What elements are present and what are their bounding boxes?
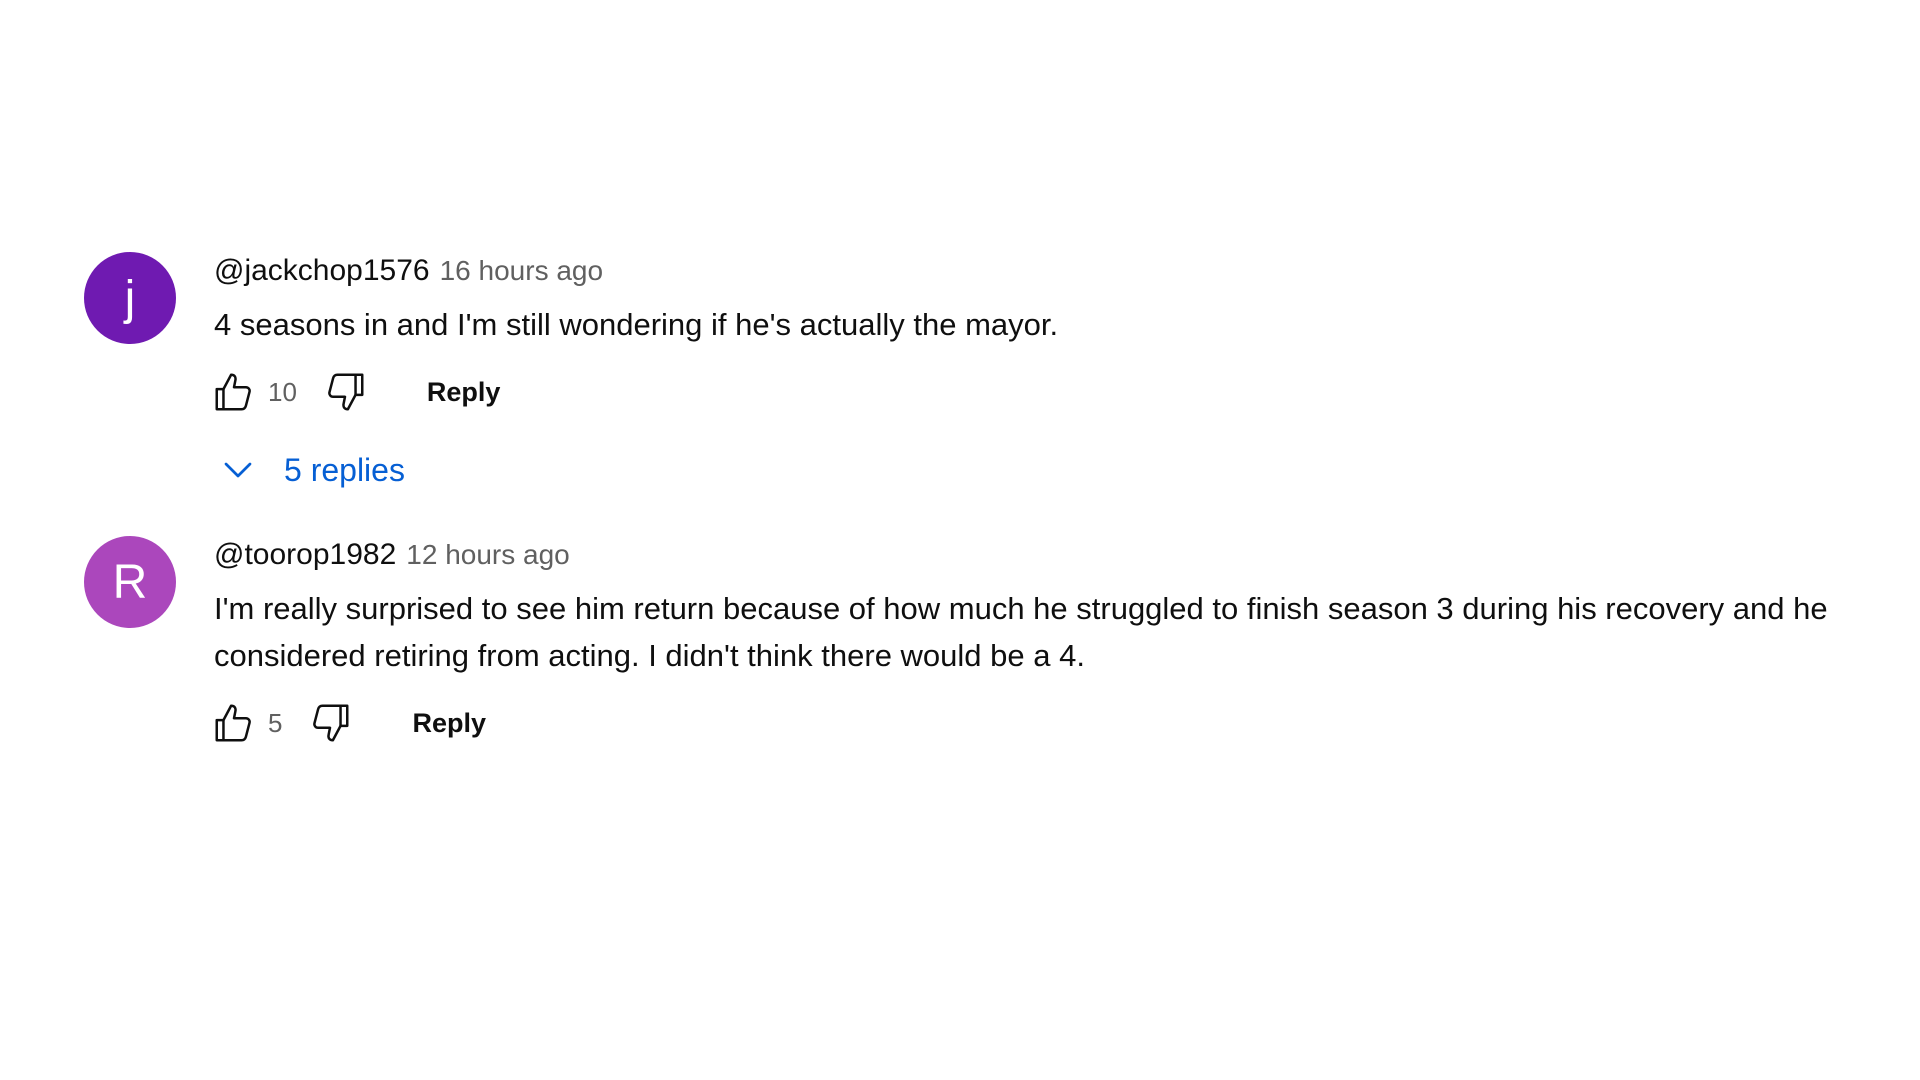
comment-author[interactable]: @toorop1982 <box>214 538 396 572</box>
thumbs-down-icon <box>328 373 364 411</box>
view-replies-button[interactable]: 5 replies <box>220 444 1920 496</box>
comments-section: j @jackchop1576 16 hours ago 4 seasons i… <box>84 252 1920 749</box>
like-button[interactable] <box>208 366 260 418</box>
comment-timestamp[interactable]: 16 hours ago <box>440 255 603 287</box>
comment-thread: j @jackchop1576 16 hours ago 4 seasons i… <box>84 252 1920 496</box>
comment-text: I'm really surprised to see him return b… <box>214 591 1828 673</box>
comment-text: 4 seasons in and I'm still wondering if … <box>214 307 1059 342</box>
comment-header: @toorop1982 12 hours ago <box>214 538 1920 572</box>
like-count: 10 <box>268 376 297 407</box>
avatar[interactable]: R <box>84 536 176 628</box>
avatar[interactable]: j <box>84 252 176 344</box>
comment-actions: 5 Reply <box>208 697 1920 749</box>
comment-header: @jackchop1576 16 hours ago <box>214 254 1920 288</box>
avatar-letter: R <box>112 555 148 609</box>
like-button[interactable] <box>208 697 260 749</box>
reply-button[interactable]: Reply <box>412 708 486 739</box>
comment-timestamp[interactable]: 12 hours ago <box>406 539 569 571</box>
dislike-button[interactable] <box>304 697 356 749</box>
thumbs-up-icon <box>215 373 251 411</box>
replies-count-label: 5 replies <box>284 451 405 488</box>
comment-author[interactable]: @jackchop1576 <box>214 254 430 288</box>
thumbs-up-icon <box>215 704 251 742</box>
dislike-button[interactable] <box>319 366 371 418</box>
comment-actions: 10 Reply <box>208 366 1920 418</box>
avatar-letter: j <box>124 271 136 325</box>
comment-thread: R @toorop1982 12 hours ago I'm really su… <box>84 536 1920 749</box>
reply-button[interactable]: Reply <box>427 377 501 408</box>
comment-body: @toorop1982 12 hours ago I'm really surp… <box>214 536 1920 749</box>
thumbs-down-icon <box>313 704 349 742</box>
chevron-down-icon <box>224 462 252 478</box>
comment-body: @jackchop1576 16 hours ago 4 seasons in … <box>214 252 1920 496</box>
like-count: 5 <box>268 707 283 738</box>
